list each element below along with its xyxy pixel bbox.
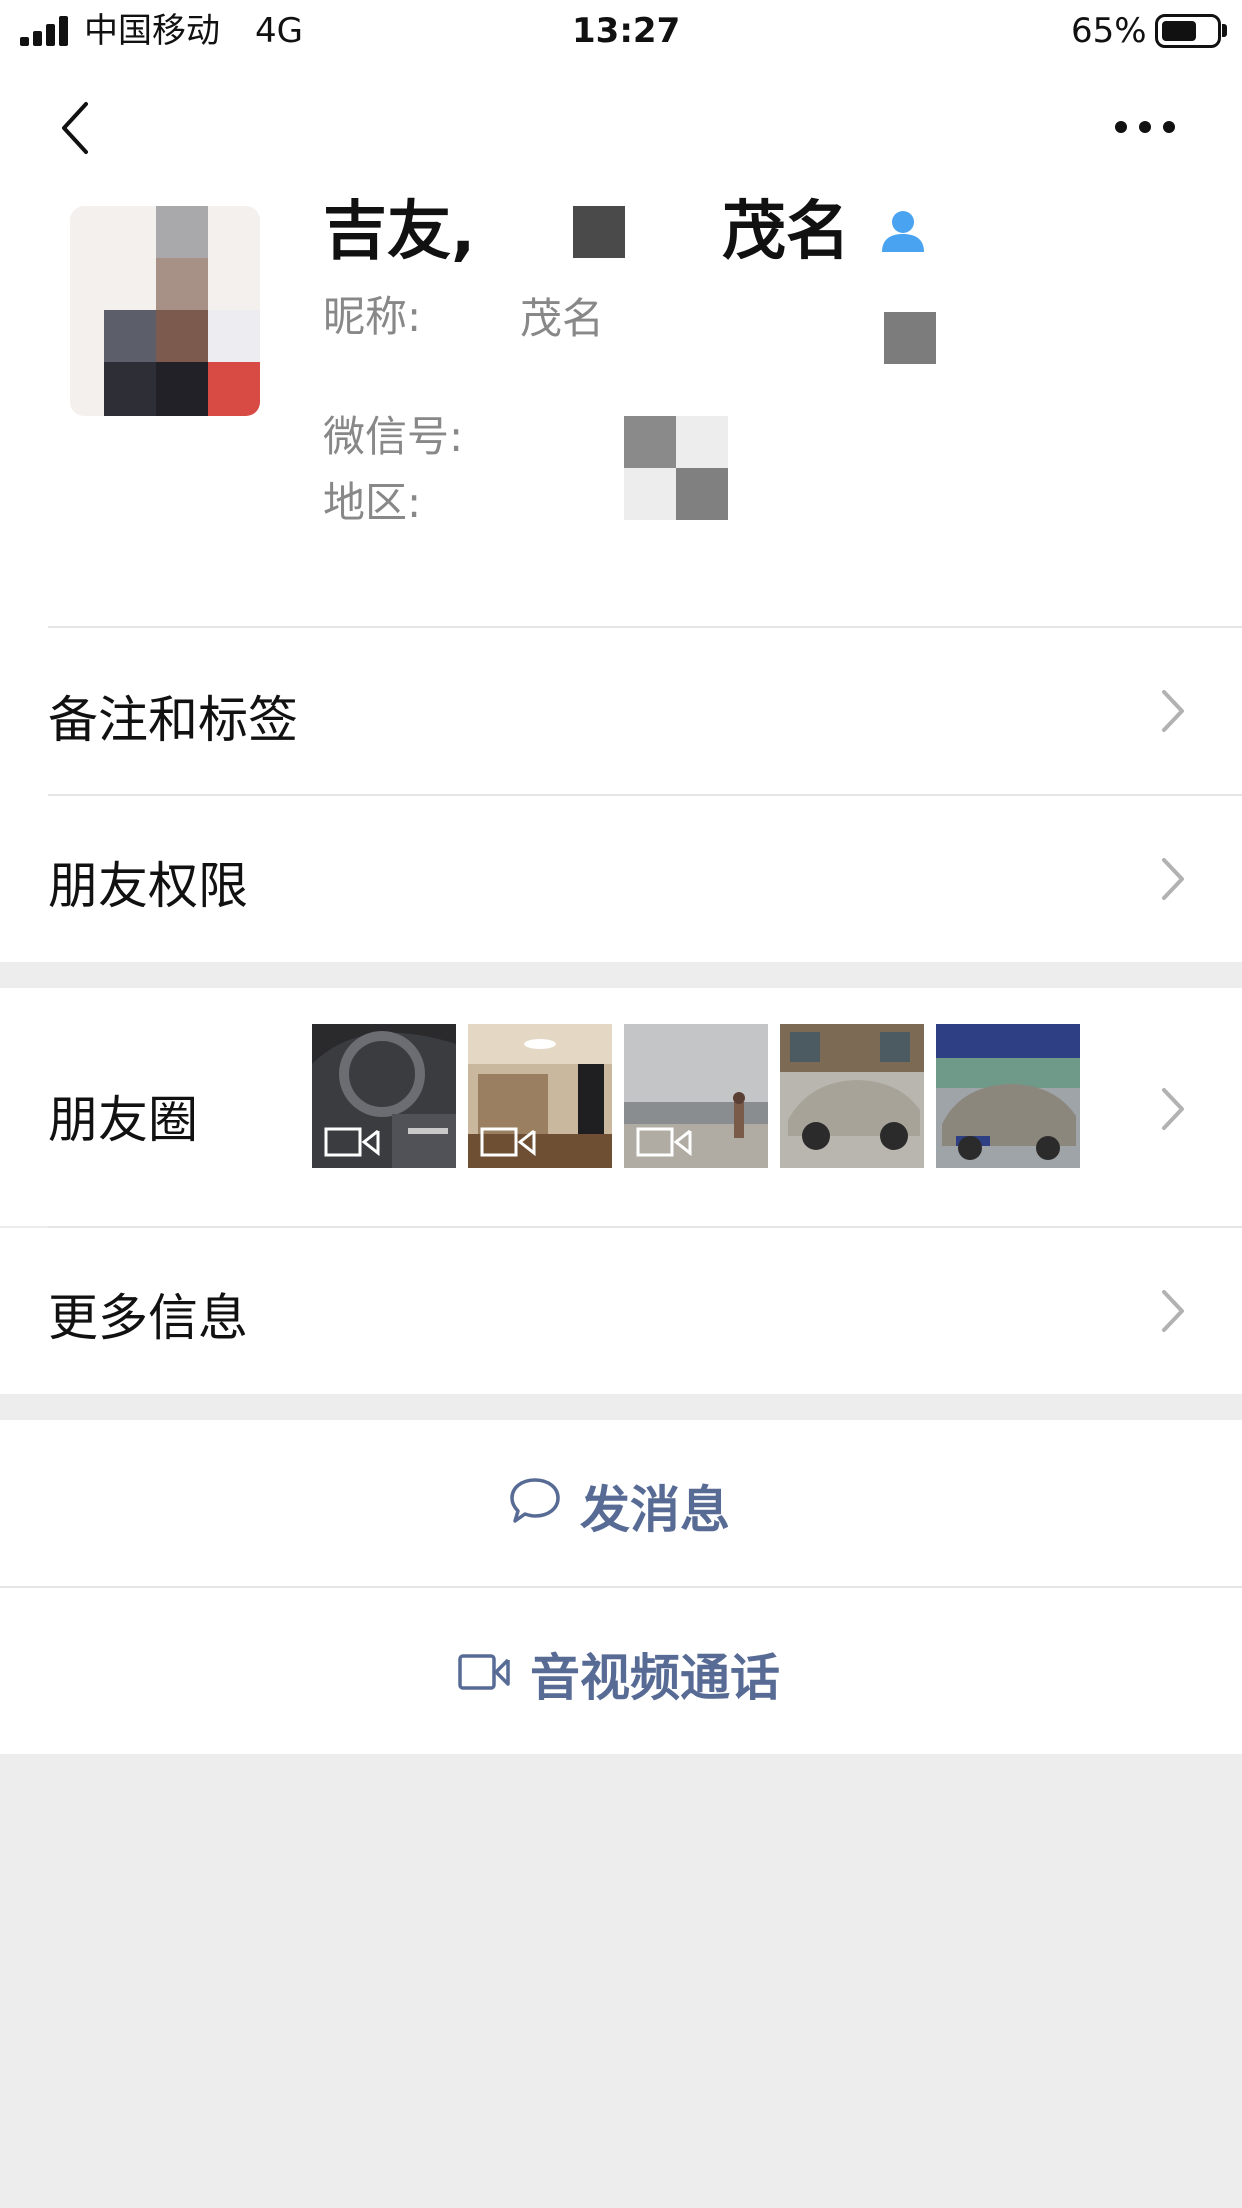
signal-strength-icon	[20, 16, 72, 46]
name-prefix: 吉友,	[323, 195, 476, 269]
chevron-left-icon	[62, 102, 88, 154]
status-bar: 中国移动 4G 13:27 65%	[0, 0, 1242, 62]
row-label: 备注和标签	[48, 691, 298, 749]
video-call-button[interactable]: 音视频通话	[0, 1588, 1242, 1754]
redaction-block	[573, 206, 625, 258]
ellipsis-icon	[1115, 121, 1175, 133]
contact-name: 吉友,	[323, 192, 475, 272]
battery-cap	[1222, 24, 1227, 37]
moment-thumbnail[interactable]	[312, 1024, 456, 1168]
send-message-button[interactable]: 发消息	[0, 1420, 1242, 1586]
row-label: 更多信息	[48, 1289, 248, 1347]
network-type: 4G	[255, 11, 303, 51]
moments-row[interactable]: 朋友圈	[0, 988, 1242, 1226]
chevron-right-icon	[1162, 1290, 1184, 1332]
row-label: 朋友权限	[48, 857, 248, 915]
moment-thumbnail[interactable]	[780, 1024, 924, 1168]
video-call-label: 音视频通话	[530, 1649, 780, 1707]
chevron-right-icon	[1162, 858, 1184, 900]
video-icon	[636, 1127, 692, 1157]
chevron-right-icon	[1162, 690, 1184, 732]
redaction-block	[676, 416, 728, 468]
remarks-and-tags-row[interactable]: 备注和标签	[0, 628, 1242, 794]
chat-bubble-icon	[510, 1478, 560, 1523]
chevron-right-icon	[1162, 1088, 1184, 1130]
name-suffix: 茂名	[722, 195, 850, 269]
back-button[interactable]	[58, 98, 98, 158]
wechat-id-label: 微信号:	[323, 412, 464, 461]
video-camera-icon	[458, 1654, 510, 1690]
row-label: 朋友圈	[48, 1091, 198, 1149]
nickname-label: 昵称:	[323, 292, 422, 341]
redaction-block	[884, 312, 936, 364]
moment-thumbnail[interactable]	[936, 1024, 1080, 1168]
redaction-block	[624, 416, 676, 468]
battery-percent: 65%	[1071, 11, 1147, 51]
carrier-name: 中国移动	[84, 11, 220, 51]
battery-icon	[1155, 14, 1221, 48]
avatar[interactable]	[70, 206, 260, 416]
redaction-block	[676, 468, 728, 520]
send-message-label: 发消息	[580, 1481, 730, 1539]
person-icon	[880, 208, 926, 256]
video-icon	[324, 1127, 380, 1157]
region-label: 地区:	[323, 478, 422, 527]
moment-thumbnail[interactable]	[468, 1024, 612, 1168]
more-info-row[interactable]: 更多信息	[0, 1228, 1242, 1394]
moment-thumbnail[interactable]	[624, 1024, 768, 1168]
more-button[interactable]	[1110, 112, 1180, 142]
video-icon	[480, 1127, 536, 1157]
nickname-value: 茂名	[520, 294, 605, 343]
clock: 13:27	[572, 11, 681, 51]
redaction-block	[624, 468, 676, 520]
friend-permissions-row[interactable]: 朋友权限	[0, 796, 1242, 962]
